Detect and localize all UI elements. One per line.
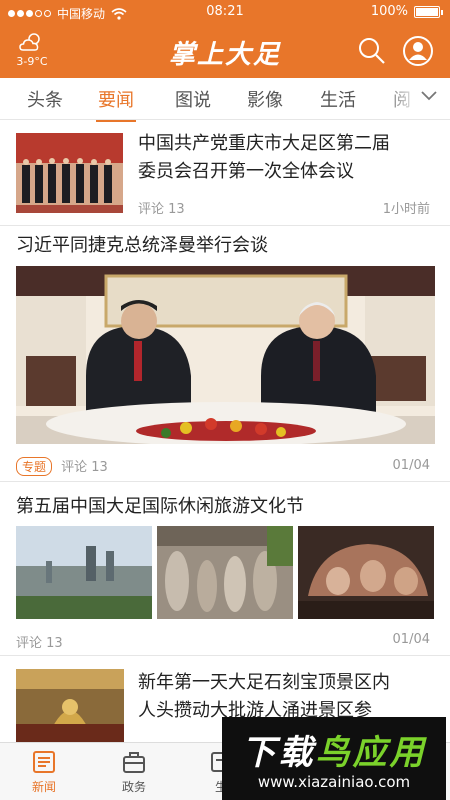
news-thumbnail	[16, 526, 152, 619]
tab-photo-stories[interactable]: 图说	[175, 86, 211, 112]
news-title: 第五届中国大足国际休闲旅游文化节	[16, 496, 304, 517]
search-icon	[359, 38, 385, 64]
watermark-url: www.xiazainiao.com	[257, 773, 411, 791]
watermark-banner: 下载鸟应用 www.xiazainiao.com	[222, 717, 446, 800]
user-icon	[403, 36, 433, 66]
category-tabs: 头条 要闻 图说 影像 生活 阅	[0, 78, 450, 122]
news-item[interactable]: 第五届中国大足国际休闲旅游文化节 评论 13 01/04	[0, 482, 450, 656]
news-photo	[16, 266, 435, 444]
news-thumbnail	[298, 526, 434, 619]
news-meta: 专题 评论 13	[16, 456, 108, 476]
comment-count: 评论 13	[138, 202, 185, 217]
nav-news[interactable]: 新闻	[14, 749, 74, 795]
gallery-page-indicator: 01/04	[392, 458, 430, 473]
briefcase-icon	[123, 752, 145, 773]
news-item[interactable]: 习近平同捷克总统泽曼举行会谈 专题 评论 13 01/04	[0, 226, 450, 482]
battery-icon	[414, 5, 443, 18]
battery-percent: 100%	[370, 4, 408, 19]
nav-label: 政务	[121, 780, 146, 794]
tab-headlines[interactable]: 头条	[27, 86, 63, 112]
news-thumbnail	[157, 526, 293, 619]
user-profile-button[interactable]	[402, 35, 434, 67]
watermark-title: 下载鸟应用	[241, 733, 427, 773]
gallery-page-indicator: 01/04	[392, 632, 430, 647]
topic-badge[interactable]: 专题	[16, 457, 53, 476]
news-thumbnail	[16, 669, 124, 742]
nav-label: 新闻	[31, 780, 56, 794]
status-bar: 中国移动 08:21 100%	[0, 0, 450, 24]
app-header: 3-9°C 掌上大足	[0, 24, 450, 78]
news-item[interactable]: 中国共产党重庆市大足区第二届 委员会召开第一次全体会议 评论 13 1小时前	[0, 120, 450, 226]
news-title: 中国共产党重庆市大足区第二届 委员会召开第一次全体会议	[138, 133, 390, 182]
news-title: 习近平同捷克总统泽曼举行会谈	[16, 235, 268, 256]
tab-fade	[380, 78, 420, 119]
news-thumbnail	[16, 133, 123, 213]
battery-info: 100%	[370, 4, 443, 19]
tab-video[interactable]: 影像	[247, 86, 283, 112]
comment-count: 评论 13	[16, 636, 63, 651]
news-time: 1小时前	[382, 202, 430, 217]
chevron-down-icon[interactable]	[420, 90, 438, 102]
tab-life[interactable]: 生活	[320, 86, 356, 112]
tab-top-news[interactable]: 要闻	[96, 86, 136, 122]
search-button[interactable]	[356, 35, 388, 67]
news-icon	[33, 751, 55, 773]
comment-count: 评论 13	[61, 460, 108, 475]
nav-government[interactable]: 政务	[104, 749, 164, 795]
